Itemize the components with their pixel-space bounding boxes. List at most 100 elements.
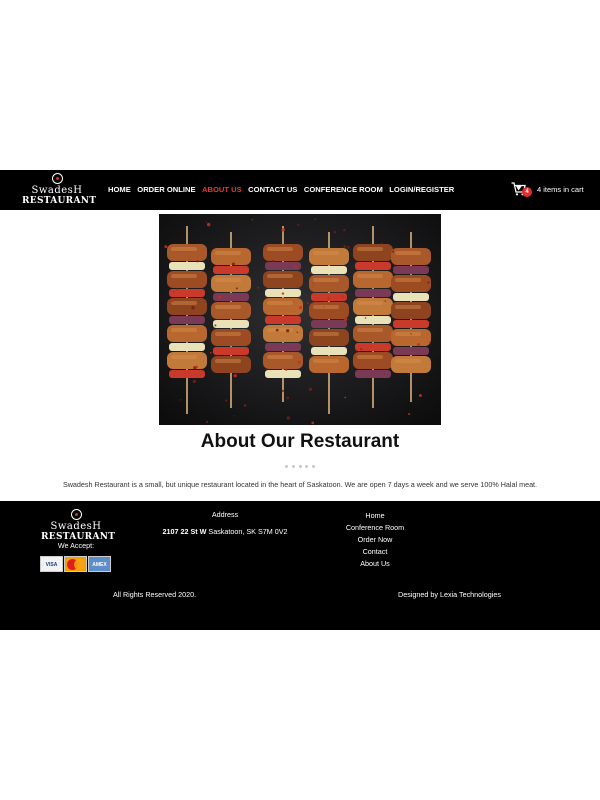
chili-flake: [427, 281, 430, 284]
chili-flake: [210, 277, 213, 279]
meat-piece: [353, 271, 393, 288]
chili-flake: [191, 305, 195, 310]
vegetable-piece: [355, 370, 391, 378]
address-text: 2107 22 St W Saskatoon, SK S7M 0V2: [155, 527, 295, 537]
footer-link-conference-room[interactable]: Conference Room: [330, 522, 420, 534]
chili-flake: [171, 299, 174, 303]
meat-piece: [167, 244, 207, 261]
meat-piece: [353, 244, 393, 261]
meat-piece: [309, 302, 349, 319]
chili-flake: [307, 302, 309, 304]
meat-piece: [211, 302, 251, 319]
vegetable-piece: [311, 266, 347, 274]
chili-flake: [286, 416, 290, 420]
we-accept-label: We Accept:: [57, 541, 95, 550]
chili-flake: [418, 394, 422, 398]
footer-link-home[interactable]: Home: [330, 510, 420, 522]
chili-flake: [209, 351, 212, 354]
chili-flake: [285, 329, 290, 333]
payment-cards: VISA AMEX: [40, 556, 111, 573]
vegetable-piece: [311, 320, 347, 328]
visa-card-icon: VISA: [40, 556, 63, 572]
chili-flake: [384, 300, 387, 302]
nav-login-register[interactable]: LOGIN/REGISTER: [389, 184, 454, 196]
chili-flake: [341, 295, 345, 299]
nav-about-us[interactable]: ABOUT US: [202, 184, 242, 196]
footer-links: Home Conference Room Order Now Contact A…: [330, 510, 420, 570]
mastercard-icon: [64, 556, 87, 572]
footer-link-contact[interactable]: Contact: [330, 546, 420, 558]
footer-brand-logo: SwadesH RESTAURANT: [41, 509, 115, 543]
chili-flake: [294, 265, 297, 268]
site-header: SwadesH RESTAURANT HOME ORDER ONLINE ABO…: [0, 170, 600, 210]
address-street: 2107 22 St W: [162, 527, 207, 536]
meat-piece: [309, 248, 349, 265]
vegetable-piece: [393, 266, 429, 274]
meat-highlight: [171, 301, 197, 305]
chili-flake: [233, 415, 235, 417]
vegetable-piece: [393, 293, 429, 301]
chili-flake: [309, 271, 312, 274]
chili-flake: [286, 396, 289, 400]
vegetable-piece: [213, 266, 249, 274]
main-nav: HOME ORDER ONLINE ABOUT US CONTACT US CO…: [108, 184, 461, 196]
chili-flake: [297, 224, 300, 226]
footer-link-order-now[interactable]: Order Now: [330, 534, 420, 546]
designer-credit[interactable]: Designed by Lexia Technologies: [398, 590, 501, 600]
cart-items-text[interactable]: 4 items in cart: [537, 184, 584, 196]
vegetable-piece: [355, 316, 391, 324]
chili-flake: [283, 320, 285, 322]
chili-flake: [429, 341, 432, 344]
meat-piece: [211, 329, 251, 346]
meat-piece: [167, 325, 207, 342]
meat-piece: [391, 275, 431, 292]
meat-piece: [263, 298, 303, 315]
cart-count-badge: 4: [522, 187, 532, 197]
chili-flake: [281, 389, 284, 393]
vegetable-piece: [169, 316, 205, 324]
meat-piece: [263, 244, 303, 261]
brand-logo[interactable]: SwadesH RESTAURANT: [22, 173, 96, 207]
meat-highlight: [171, 247, 197, 251]
vegetable-piece: [393, 320, 429, 328]
chili-flake: [343, 245, 347, 248]
meat-highlight: [267, 274, 293, 278]
chili-flake: [192, 379, 196, 384]
meat-piece: [263, 352, 303, 369]
meat-highlight: [395, 305, 421, 309]
chili-flake: [281, 292, 285, 295]
chili-flake: [314, 218, 317, 221]
nav-order-online[interactable]: ORDER ONLINE: [137, 184, 195, 196]
nav-conference-room[interactable]: CONFERENCE ROOM: [304, 184, 383, 196]
meat-piece: [353, 298, 393, 315]
chili-flake: [308, 387, 313, 391]
meat-highlight: [171, 328, 197, 332]
chili-flake: [272, 260, 275, 263]
chili-flake: [218, 295, 222, 299]
nav-contact-us[interactable]: CONTACT US: [248, 184, 297, 196]
meat-highlight: [357, 301, 383, 305]
chili-flake: [206, 222, 211, 227]
chili-flake: [416, 343, 421, 347]
vegetable-piece: [311, 347, 347, 355]
chili-flake: [172, 290, 175, 294]
meat-piece: [167, 352, 207, 369]
chili-flake: [364, 316, 367, 319]
meat-piece: [263, 325, 303, 342]
nav-home[interactable]: HOME: [108, 184, 131, 196]
meat-highlight: [215, 359, 241, 363]
chili-flake: [233, 374, 237, 378]
meat-piece: [309, 329, 349, 346]
meat-highlight: [313, 305, 339, 309]
chili-flake: [343, 228, 346, 232]
chili-flake: [428, 321, 431, 324]
meat-highlight: [313, 251, 339, 255]
about-description: Swadesh Restaurant is a small, but uniqu…: [62, 480, 538, 489]
footer-link-about-us[interactable]: About Us: [330, 558, 420, 570]
chili-flake: [164, 245, 168, 249]
chili-flake: [275, 328, 279, 332]
meat-highlight: [171, 355, 197, 359]
chili-flake: [281, 228, 285, 232]
vegetable-piece: [169, 343, 205, 351]
meat-highlight: [313, 278, 339, 282]
